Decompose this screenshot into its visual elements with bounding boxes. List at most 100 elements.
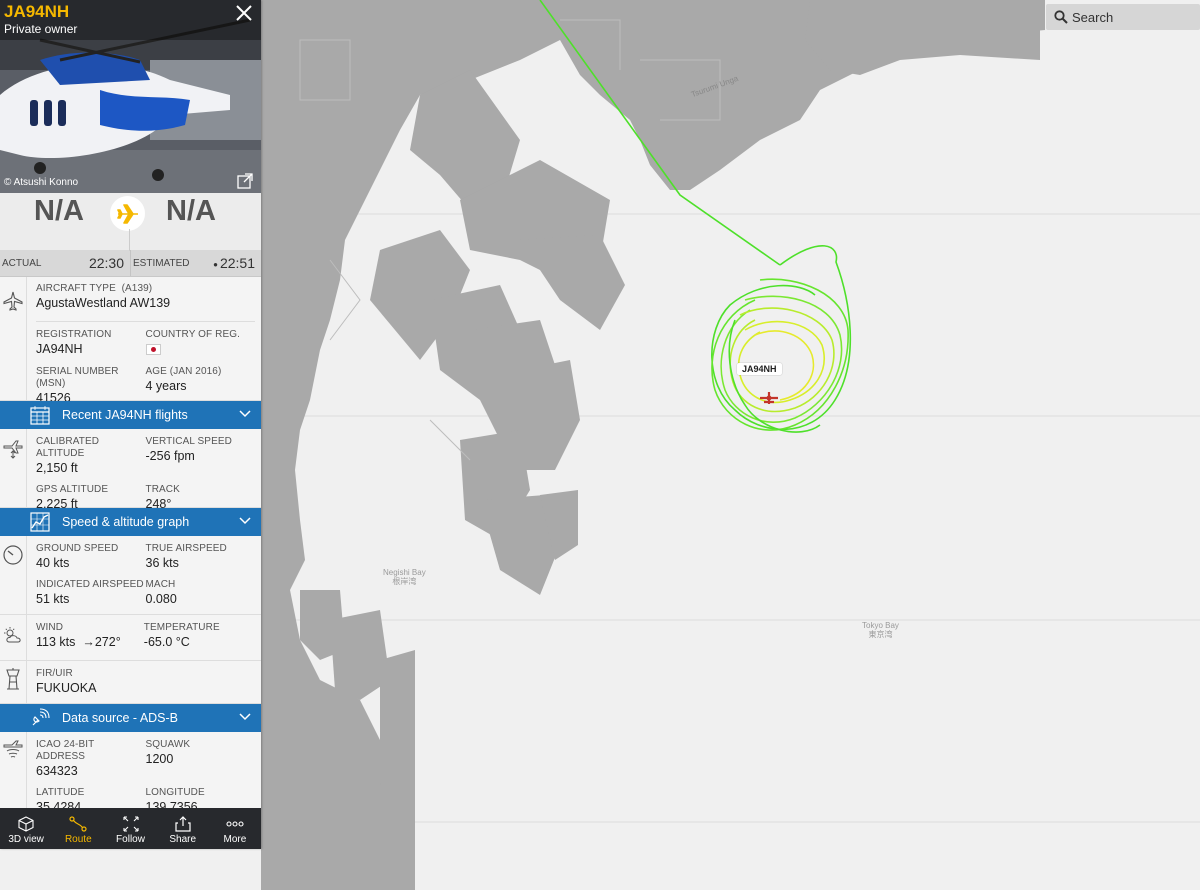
data-source-bar[interactable]: Data source - ADS-B	[0, 704, 261, 732]
share-icon	[175, 816, 191, 832]
wind-speed: 113 kts	[36, 635, 76, 649]
route-label: Route	[64, 834, 92, 845]
icao-label: ICAO 24-BIT ADDRESS	[36, 739, 95, 762]
wind-label: WIND	[36, 622, 64, 633]
latitude-label: LATITUDE	[36, 787, 85, 798]
destination-code: N/A	[166, 195, 216, 227]
age-value: 4 years	[145, 379, 187, 393]
follow-button[interactable]: Follow	[104, 808, 156, 849]
datasource-section: ICAO 24-BIT ADDRESS 634323 SQUAWK 1200 L…	[0, 732, 261, 814]
tokyo-bay-en: Tokyo Bay	[862, 621, 899, 630]
mach-label: MACH	[145, 579, 176, 590]
flight-info-panel: JA94NH Private owner © Atsushi Konno N/A…	[0, 0, 261, 849]
data-source-label: Data source - ADS-B	[62, 711, 179, 725]
calendar-icon	[30, 406, 50, 425]
wind-arrow-icon: →	[78, 635, 95, 649]
longitude-label: LONGITUDE	[145, 787, 205, 798]
cal-alt-label: CALIBRATED ALTITUDE	[36, 436, 100, 459]
follow-label: Follow	[116, 834, 145, 845]
3d-view-button[interactable]: 3D view	[0, 808, 52, 849]
fir-section-icon-col	[0, 661, 27, 703]
gps-alt-label: GPS ALTITUDE	[36, 484, 109, 495]
search-icon	[1050, 4, 1072, 30]
fir-label: FIR/UIR	[36, 668, 73, 679]
share-label: Share	[169, 834, 197, 845]
antenna-icon	[32, 708, 50, 726]
gs-label: GROUND SPEED	[36, 543, 119, 554]
chevron-down-icon	[239, 410, 251, 418]
speed-graph-bar[interactable]: Speed & altitude graph	[0, 508, 261, 536]
squawk-label: SQUAWK	[145, 739, 191, 750]
registration-value: JA94NH	[36, 342, 83, 356]
aircraft-section: AIRCRAFT TYPE (A139) AgustaWestland AW13…	[0, 277, 261, 405]
route-summary: N/A N/A	[0, 193, 261, 251]
aircraft-map-label[interactable]: JA94NH	[737, 363, 782, 375]
aircraft-photo-header: JA94NH Private owner © Atsushi Konno	[0, 0, 261, 193]
speed-section-icon-col	[0, 536, 27, 614]
estimated-label: ESTIMATED	[133, 257, 190, 269]
route-icon	[69, 816, 87, 832]
actual-time: 22:30	[88, 255, 124, 271]
cal-alt-value: 2,150 ft	[36, 461, 78, 475]
ias-value: 51 kts	[36, 592, 70, 606]
ias-label: INDICATED AIRSPEED	[36, 579, 144, 590]
mach-value: 0.080	[145, 592, 177, 606]
route-divider	[129, 229, 130, 251]
squawk-value: 1200	[145, 752, 174, 766]
tas-label: TRUE AIRSPEED	[145, 543, 227, 554]
airplane-icon	[3, 291, 23, 311]
more-button[interactable]: More	[209, 808, 261, 849]
cube-icon	[18, 816, 34, 832]
search-box[interactable]	[1046, 4, 1200, 30]
callsign-title: JA94NH	[4, 2, 70, 21]
negishi-bay-en: Negishi Bay	[383, 568, 426, 577]
follow-icon	[122, 816, 139, 832]
track-label: TRACK	[145, 484, 180, 495]
age-label: AGE (JAN 2016)	[145, 366, 222, 377]
msn-label: SERIAL NUMBER (MSN)	[36, 366, 119, 389]
control-tower-icon	[6, 668, 20, 690]
airplane-icon	[116, 203, 138, 224]
vspeed-label: VERTICAL SPEED	[145, 436, 232, 447]
graph-icon	[30, 512, 50, 532]
route-button[interactable]: Route	[52, 808, 104, 849]
more-icon	[226, 821, 244, 827]
weather-section-icon-col	[0, 615, 27, 660]
bottom-nav: 3D view Route Follow Share More	[0, 808, 261, 849]
more-label: More	[223, 834, 247, 845]
tokyo-bay-label: Tokyo Bay 東京湾	[862, 621, 899, 639]
origin-code: N/A	[34, 195, 84, 227]
weather-icon	[4, 627, 21, 643]
tokyo-bay-jp: 東京湾	[868, 630, 893, 639]
negishi-bay-jp: 根岸湾	[392, 577, 417, 586]
expand-photo-icon[interactable]	[237, 173, 253, 189]
negishi-bay-label: Negishi Bay 根岸湾	[383, 568, 426, 586]
chevron-down-icon	[239, 713, 251, 721]
wind-direction: 272°	[94, 635, 121, 649]
search-input[interactable]	[1072, 9, 1182, 25]
weather-section: WIND 113 kts →272° TEMPERATURE -65.0 °C	[0, 615, 261, 661]
3d-view-label: 3D view	[8, 834, 44, 845]
fir-section: FIR/UIR FUKUOKA	[0, 661, 261, 704]
datasource-section-icon-col	[0, 732, 27, 810]
japan-flag-icon	[145, 344, 161, 355]
share-button[interactable]: Share	[157, 808, 209, 849]
aircraft-type-value: AgustaWestland AW139	[36, 296, 171, 310]
close-icon[interactable]	[235, 4, 253, 22]
chevron-down-icon	[239, 517, 251, 525]
owner-subtitle: Private owner	[4, 22, 78, 36]
aircraft-type-label: AIRCRAFT TYPE	[36, 283, 116, 294]
estimated-time: 22:51	[219, 255, 255, 271]
altitude-section: CALIBRATED ALTITUDE 2,150 ft VERTICAL SP…	[0, 429, 261, 511]
fir-value: FUKUOKA	[36, 681, 97, 695]
aircraft-section-icon-col	[0, 277, 27, 400]
icao-value: 634323	[36, 764, 78, 778]
signal-icon	[3, 740, 23, 758]
tas-value: 36 kts	[145, 556, 179, 570]
registration-label: REGISTRATION	[36, 329, 112, 340]
country-label: COUNTRY OF REG.	[145, 329, 240, 340]
aircraft-type-code: (A139)	[121, 283, 153, 294]
recent-flights-bar[interactable]: Recent JA94NH flights	[0, 401, 261, 429]
times-row: ACTUAL 22:30 ESTIMATED ● 22:51	[0, 250, 261, 277]
altitude-section-icon-col	[0, 429, 27, 507]
